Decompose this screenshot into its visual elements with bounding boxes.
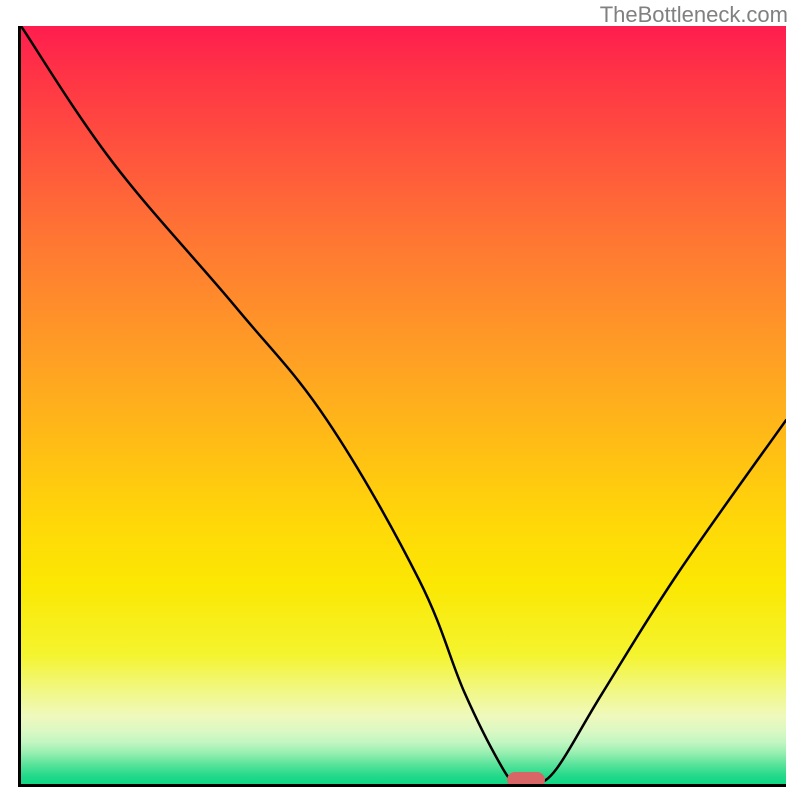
attribution-text: TheBottleneck.com (600, 2, 788, 28)
bottleneck-curve (21, 26, 786, 784)
plot-area (18, 26, 786, 787)
optimum-marker (507, 772, 545, 787)
chart-container: TheBottleneck.com (0, 0, 800, 800)
